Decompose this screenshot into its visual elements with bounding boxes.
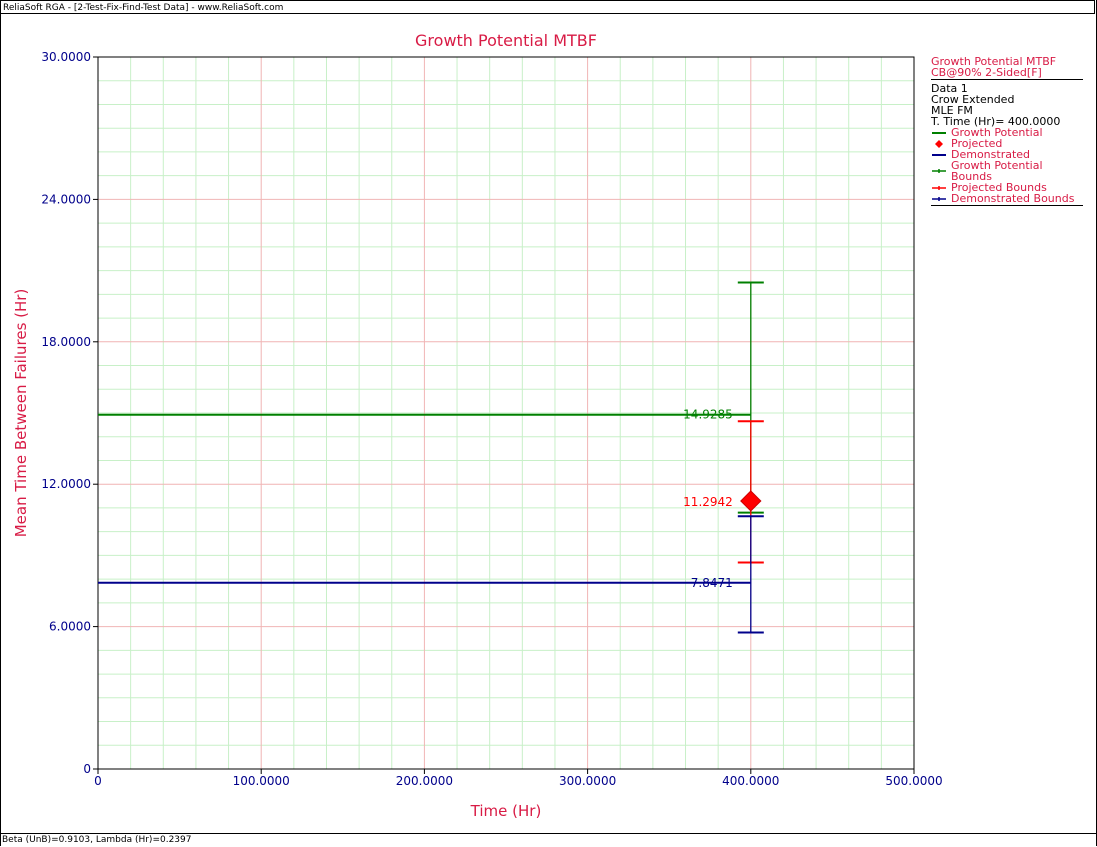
y-tick-label: 24.0000 [41,192,91,206]
legend-subtitle: CB@90% 2-Sided[F] [931,67,1083,80]
chart-legend: Growth Potential MTBF CB@90% 2-Sided[F] … [931,56,1083,206]
bound-line-icon [932,169,946,173]
legend-item-label: Demonstrated Bounds [951,192,1075,205]
demonstrated-value-label: 7.8471 [691,576,733,590]
x-tick-label: 500.0000 [885,774,942,788]
y-tick-label: 18.0000 [41,335,91,349]
status-bar: Beta (UnB)=0.9103, Lambda (Hr)=0.2397 [0,833,1097,846]
y-tick-label: 30.0000 [41,50,91,64]
projected-value-label: 11.2942 [683,495,733,509]
y-tick-label: 6.0000 [49,620,91,634]
line-icon [932,131,946,134]
line-icon [932,153,946,156]
bound-line-icon [932,196,946,201]
chart-title: Growth Potential MTBF [415,31,597,50]
y-axis-label: Mean Time Between Failures (Hr) [12,289,30,538]
x-tick-label: 200.0000 [396,774,453,788]
x-tick-label: 400.0000 [722,774,779,788]
x-axis-label: Time (Hr) [470,802,542,820]
x-tick-label: 100.0000 [233,774,290,788]
y-tick-label: 0 [83,762,91,776]
legend-item-demonstrated-bounds: Demonstrated Bounds [931,193,1083,206]
diamond-icon [935,139,943,148]
legend-item-growth-potential-bounds: Growth Potential Bounds [931,160,1083,182]
legend-items: Growth Potential Projected Demonstrated Gro… [931,127,1083,206]
legend-item-label: Growth Potential Bounds [951,159,1043,183]
x-tick-label: 300.0000 [559,774,616,788]
x-tick-label: 0 [94,774,102,788]
growth-potential-value-label: 14.9285 [683,408,733,422]
bound-line-icon [932,185,946,190]
y-tick-label: 12.0000 [41,477,91,491]
